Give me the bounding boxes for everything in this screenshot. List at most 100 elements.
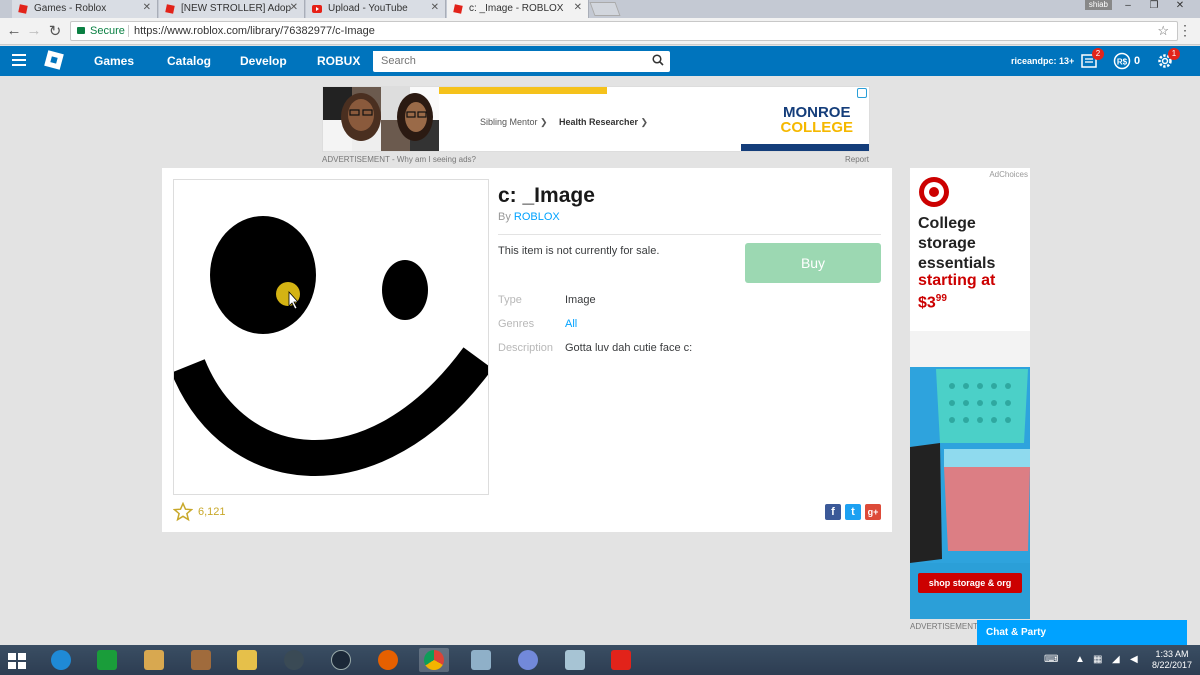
windows-start-icon[interactable] — [8, 653, 26, 669]
window-close-icon[interactable]: ✕ — [1168, 0, 1192, 11]
network-icon[interactable]: ▦ — [1093, 654, 1102, 665]
favorite-star-icon[interactable] — [173, 502, 193, 522]
close-icon[interactable]: ✕ — [143, 2, 151, 13]
detail-label-type: Type — [498, 294, 522, 306]
roblox-nav-bar: Games Catalog Develop ROBUX riceandpc: 1… — [0, 46, 1200, 76]
facebook-share-icon[interactable]: f — [825, 504, 841, 520]
hamburger-menu-icon[interactable] — [12, 54, 26, 66]
file-explorer-icon[interactable] — [232, 648, 262, 672]
maximize-icon[interactable]: ❐ — [1142, 0, 1166, 11]
favorites-count: 6,121 — [198, 506, 226, 518]
by-label: By — [498, 211, 511, 223]
close-icon[interactable]: ✕ — [431, 2, 439, 13]
divider — [128, 25, 129, 37]
creator-link[interactable]: ROBLOX — [514, 211, 560, 223]
robux-balance: 0 — [1134, 55, 1141, 67]
firefox-icon[interactable] — [373, 648, 403, 672]
store-icon[interactable] — [92, 648, 122, 672]
nav-link-catalog[interactable]: Catalog — [167, 54, 211, 68]
new-tab-button[interactable] — [589, 2, 621, 16]
top-advertisement[interactable]: Sibling Mentor ❯ Health Researcher ❯ MON… — [322, 86, 870, 152]
nav-link-games[interactable]: Games — [94, 54, 134, 68]
chrome-icon[interactable] — [419, 648, 449, 672]
detail-label-genres: Genres — [498, 318, 535, 330]
genre-link[interactable]: All — [565, 318, 577, 330]
reload-icon[interactable]: ↻ — [46, 22, 64, 40]
browser-profile-chip[interactable]: shiab — [1084, 0, 1112, 10]
nox-icon[interactable] — [279, 648, 309, 672]
windows-taskbar: ⌨ ▲ ▦ ◢ ◀ 1:33 AM 8/22/2017 — [0, 645, 1200, 675]
internet-explorer-icon[interactable] — [46, 648, 76, 672]
url-field[interactable]: Secure https://www.roblox.com/library/76… — [70, 21, 1178, 41]
robux-icon[interactable]: R$ — [1113, 52, 1131, 70]
app-icon[interactable] — [466, 648, 496, 672]
app-icon[interactable] — [139, 648, 169, 672]
username-label[interactable]: riceandpc: 13+ — [1011, 56, 1074, 66]
lock-icon — [77, 27, 85, 34]
item-title: c: _Image — [498, 184, 595, 207]
browser-tab-adopt[interactable]: [NEW STROLLER] Adopt ✕ — [159, 0, 305, 18]
messages-badge: 2 — [1092, 48, 1104, 60]
url-text: https://www.roblox.com/library/76382977/… — [134, 25, 375, 37]
target-logo-icon — [919, 177, 949, 207]
browser-tab-strip: Games - Roblox ✕ [NEW STROLLER] Adopt ✕ … — [0, 0, 1200, 18]
messages-icon[interactable]: 2 — [1080, 48, 1104, 70]
search-icon[interactable] — [652, 54, 664, 66]
volume-icon[interactable]: ◀ — [1130, 654, 1138, 665]
keyboard-icon[interactable]: ⌨ — [1044, 654, 1058, 665]
price-dollars: $3 — [918, 294, 936, 312]
ad-link-health-researcher[interactable]: Health Researcher ❯ — [559, 117, 648, 128]
report-ad-link[interactable]: Report — [845, 155, 869, 164]
roblox-logo-icon[interactable] — [44, 50, 64, 70]
app-icon[interactable] — [186, 648, 216, 672]
shop-storage-button[interactable]: shop storage & org — [918, 573, 1022, 593]
item-creator: By ROBLOX — [498, 211, 560, 223]
ad-accent-bar — [741, 144, 869, 151]
wifi-icon[interactable]: ◢ — [1112, 654, 1120, 665]
monroe-college-logo: MONROE COLLEGE — [780, 105, 853, 135]
side-advertisement[interactable]: AdChoices College storage essentials sta… — [910, 168, 1030, 619]
nav-link-robux[interactable]: ROBUX — [317, 54, 360, 68]
tab-title: [NEW STROLLER] Adopt — [181, 3, 291, 14]
ad-link-label: Health Researcher — [559, 117, 639, 127]
roblox-favicon-icon — [165, 4, 175, 14]
price-line: starting at — [918, 272, 996, 289]
secure-indicator[interactable]: Secure — [77, 22, 125, 40]
app-icon[interactable] — [560, 648, 590, 672]
forward-arrow-icon[interactable]: → — [25, 22, 43, 39]
chat-party-bar[interactable]: Chat & Party — [977, 620, 1187, 646]
settings-badge: 1 — [1168, 48, 1180, 60]
search-input[interactable] — [373, 51, 643, 70]
roblox-favicon-icon — [453, 4, 463, 14]
buy-button[interactable]: Buy — [745, 243, 881, 283]
svg-text:R$: R$ — [1117, 58, 1128, 67]
twitter-share-icon[interactable]: t — [845, 504, 861, 520]
divider — [498, 234, 881, 235]
adchoices-link[interactable]: AdChoices — [989, 170, 1028, 179]
discord-icon[interactable] — [513, 648, 543, 672]
steam-icon[interactable] — [326, 648, 356, 672]
back-arrow-icon[interactable]: ← — [5, 22, 23, 39]
ad-caption[interactable]: ADVERTISEMENT - Why am I seeing ads? — [322, 155, 476, 164]
close-icon[interactable]: ✕ — [574, 2, 582, 13]
taskbar-clock[interactable]: 1:33 AM 8/22/2017 — [1150, 649, 1194, 671]
ad-price: starting at $399 — [918, 272, 1028, 312]
smiley-face-image — [171, 216, 493, 476]
tray-chevron-icon[interactable]: ▲ — [1075, 654, 1085, 665]
gear-icon[interactable]: 1 — [1156, 48, 1180, 70]
browser-tab-active[interactable]: c: _Image - ROBLOX ✕ — [447, 0, 589, 18]
tab-title: Upload - YouTube — [328, 3, 408, 14]
close-icon[interactable]: ✕ — [290, 2, 298, 13]
ad-link-label: Sibling Mentor — [480, 117, 538, 127]
roblox-app-icon[interactable] — [606, 648, 636, 672]
browser-tab-games[interactable]: Games - Roblox ✕ — [12, 0, 158, 18]
adchoices-icon[interactable] — [857, 88, 867, 98]
browser-tab-youtube[interactable]: Upload - YouTube ✕ — [306, 0, 446, 18]
ad-link-sibling-mentor[interactable]: Sibling Mentor ❯ — [480, 117, 548, 128]
detail-label-description: Description — [498, 342, 554, 354]
nav-link-develop[interactable]: Develop — [240, 54, 287, 68]
star-outline-icon[interactable]: ☆ — [1157, 22, 1169, 40]
browser-menu-icon[interactable]: ⋮ — [1178, 22, 1192, 39]
googleplus-share-icon[interactable]: g+ — [865, 504, 881, 520]
minimize-icon[interactable]: – — [1116, 0, 1140, 11]
